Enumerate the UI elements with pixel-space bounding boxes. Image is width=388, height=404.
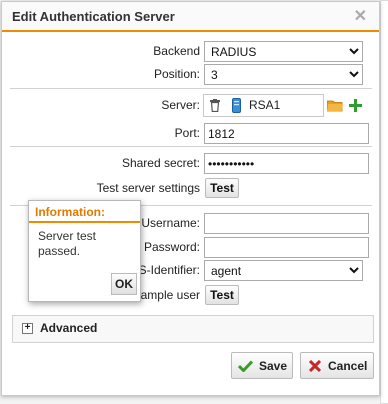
save-button[interactable]: Save <box>231 352 293 379</box>
shared-secret-label: Shared secret: <box>121 156 200 170</box>
expand-icon[interactable]: + <box>22 323 33 334</box>
username-input[interactable] <box>204 213 369 234</box>
port-input[interactable] <box>204 123 369 144</box>
nas-identifier-select[interactable]: agent <box>204 260 363 281</box>
information-popup: Information: Server test passed. OK <box>28 200 141 302</box>
dialog-title: Edit Authentication Server <box>12 9 175 24</box>
server-label: Server: <box>161 98 200 112</box>
separator <box>10 146 372 147</box>
cancel-button[interactable]: Cancel <box>300 352 374 379</box>
add-icon[interactable] <box>349 99 362 112</box>
server-name: RSA1 <box>249 98 281 112</box>
cancel-label: Cancel <box>328 359 368 373</box>
test-server-label: Test server settings <box>96 181 200 195</box>
dialog-titlebar: Edit Authentication Server ✕ <box>2 2 379 32</box>
port-label: Port: <box>174 126 200 140</box>
separator <box>10 88 372 89</box>
check-icon <box>238 360 253 372</box>
trash-icon[interactable] <box>210 99 220 112</box>
server-icon <box>232 98 241 113</box>
close-icon[interactable]: ✕ <box>354 6 367 26</box>
background-window <box>380 0 388 404</box>
popup-message: Server test passed. <box>38 229 97 258</box>
ok-button[interactable]: OK <box>111 273 137 295</box>
backend-select[interactable]: RADIUS <box>204 41 363 62</box>
test-server-button[interactable]: Test <box>205 178 239 198</box>
server-chip[interactable]: RSA1 <box>203 94 324 117</box>
backend-label: Backend <box>153 44 200 58</box>
password-input[interactable] <box>204 237 369 258</box>
save-label: Save <box>259 359 288 373</box>
position-label: Position: <box>153 67 200 81</box>
popup-title: Information: <box>29 201 140 223</box>
folder-icon[interactable] <box>327 99 343 112</box>
shared-secret-input[interactable] <box>204 153 369 174</box>
auth-test-button[interactable]: Test <box>205 285 239 305</box>
advanced-label: Advanced <box>40 321 98 335</box>
x-icon <box>309 360 321 372</box>
advanced-section[interactable]: + Advanced <box>12 315 374 343</box>
edit-auth-server-dialog: Edit Authentication Server ✕ Backend RAD… <box>1 1 380 396</box>
position-select[interactable]: 3 <box>204 64 363 85</box>
